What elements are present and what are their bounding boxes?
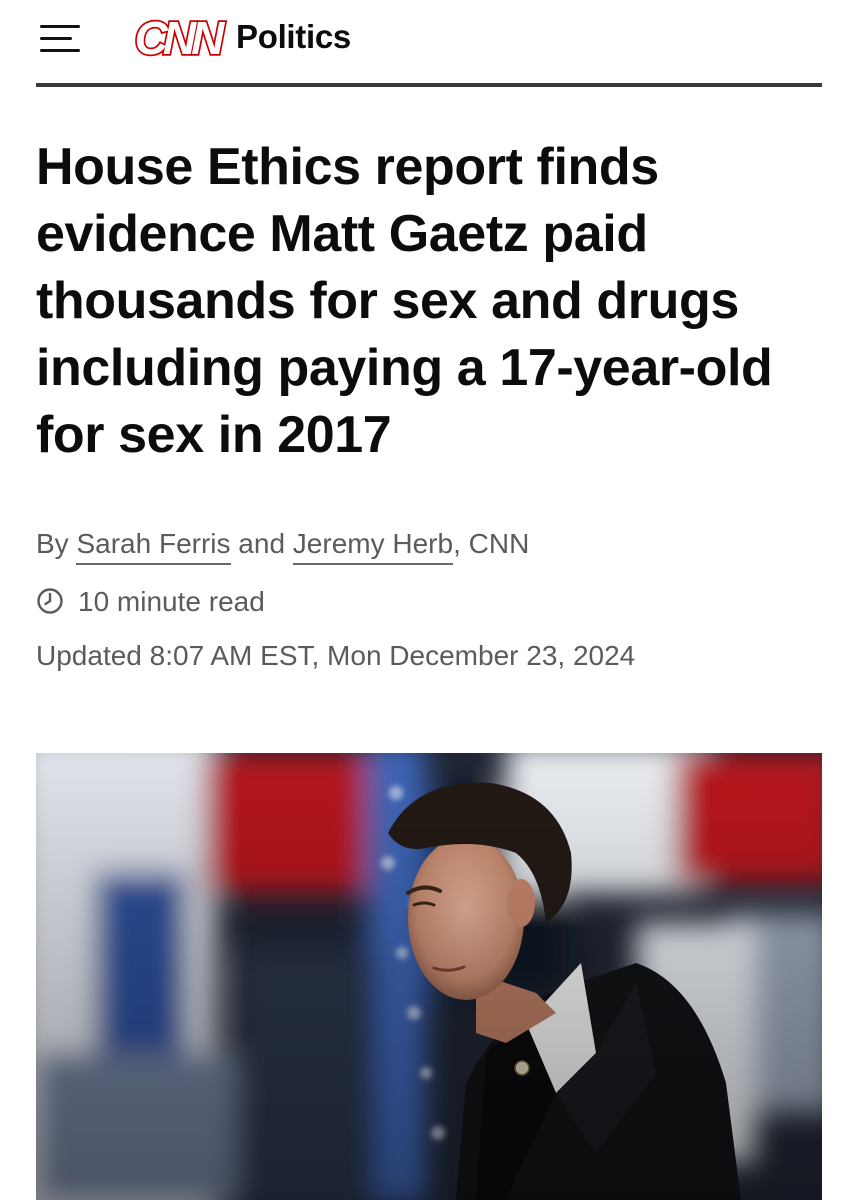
logo-wordmark: CNN — [135, 14, 225, 62]
section-label-politics[interactable]: Politics — [236, 18, 351, 56]
cnn-logo[interactable]: CNN — [124, 14, 230, 62]
byline-source: , CNN — [453, 528, 530, 559]
read-time-label: 10 minute read — [78, 586, 265, 617]
hamburger-menu-icon[interactable] — [40, 24, 80, 54]
updated-timestamp: Updated 8:07 AM EST, Mon December 23, 20… — [36, 640, 636, 671]
author-link-jeremy-herb[interactable]: Jeremy Herb — [292, 528, 454, 565]
byline-joiner: and — [238, 528, 286, 559]
read-time: 10 minute read — [36, 586, 265, 622]
header-divider — [36, 83, 822, 87]
article-headline: House Ethics report finds evidence Matt … — [36, 138, 773, 464]
byline-prefix: By — [36, 528, 69, 559]
clock-icon — [37, 588, 63, 614]
site-header: CNN Politics — [0, 0, 858, 87]
byline: By Sarah Ferris and Jeremy Herb, CNN — [36, 528, 530, 565]
hero-image[interactable] — [36, 753, 822, 1200]
author-link-sarah-ferris[interactable]: Sarah Ferris — [76, 528, 231, 565]
